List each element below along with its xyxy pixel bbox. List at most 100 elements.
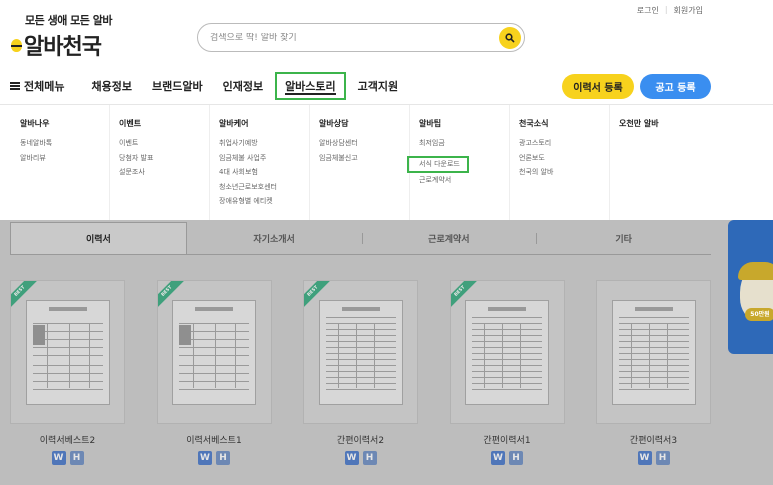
nav-item-story-label: 알바스토리 (285, 80, 336, 95)
template-title[interactable]: 이력서베스트1 (186, 433, 241, 446)
nav-item-story[interactable]: 알바스토리 (275, 72, 346, 100)
mega-col-albacare: 알바케어 취업사기예방 임금체불 사업주 4대 사회보험 청소년근로보호센터 장… (210, 105, 310, 220)
mega-link[interactable]: 이벤트 (119, 136, 209, 151)
mega-link[interactable]: 알바리뷰 (20, 151, 109, 166)
hwp-download-icon[interactable]: H (362, 451, 377, 465)
mega-col-title[interactable]: 알바나우 (20, 118, 109, 129)
search-input[interactable] (210, 32, 499, 43)
template-thumbnail[interactable]: BEST (156, 280, 272, 424)
all-menu-button[interactable]: 전체메뉴 (10, 78, 64, 94)
mega-col-title[interactable]: 천국소식 (519, 118, 609, 129)
login-link[interactable]: 로그인 (637, 5, 659, 16)
mega-col-title[interactable]: 알바케어 (219, 118, 309, 129)
form-download-link[interactable]: 서식 다운로드 (407, 155, 469, 173)
word-download-icon[interactable]: W (344, 451, 359, 465)
hwp-download-icon[interactable]: H (655, 451, 670, 465)
word-download-icon[interactable]: W (491, 451, 505, 465)
word-download-icon[interactable]: W (51, 451, 66, 465)
register-posting-button[interactable]: 공고 등록 (640, 74, 711, 99)
format-buttons: WH (637, 451, 670, 465)
nav-item-brand[interactable]: 브랜드알바 (152, 78, 203, 94)
hwp-download-icon[interactable]: H (509, 451, 523, 465)
word-download-icon[interactable]: W (198, 451, 212, 465)
template-thumbnail[interactable]: BEST (10, 280, 125, 424)
hamburger-icon (10, 82, 20, 90)
logo-name: 알바천국 (11, 29, 112, 61)
mega-link[interactable]: 장애유형별 에티켓 (219, 194, 309, 209)
template-card[interactable]: BEST 간편이력서2 W H (303, 280, 418, 465)
nav-item-support[interactable]: 고객지원 (358, 78, 398, 94)
format-buttons: WH (491, 451, 523, 465)
mega-col-title[interactable]: 알바팁 (419, 118, 509, 129)
mega-col-news: 천국소식 광고스토리 언론보도 천국의 알바 (510, 105, 610, 220)
template-cards: BEST 이력서베스트2 W H BEST 이력서베스트1 W H BEST 간편이력서2 W H BE… (10, 280, 743, 465)
document-preview (318, 299, 403, 405)
mega-link[interactable]: 천국의 알바 (519, 165, 609, 180)
mega-link[interactable]: 최저임금 (419, 136, 509, 151)
dimmed-content: 이력서 자기소개서 근로계약서 기타 BEST 이력서베스트2 W H BEST 이력서베… (0, 220, 773, 485)
mega-link[interactable]: 취업사기예방 (219, 136, 309, 151)
template-title[interactable]: 이력서베스트2 (40, 433, 95, 446)
nav-item-jobs[interactable]: 채용정보 (91, 78, 131, 94)
mega-col-albanow: 알바나우 동네알바톡 알바리뷰 (0, 105, 110, 220)
document-preview (25, 299, 110, 405)
mega-link[interactable]: 임금체불신고 (319, 151, 409, 166)
template-card[interactable]: BEST 이력서베스트1 W H (156, 280, 272, 465)
template-card[interactable]: 간편이력서3 W H (596, 280, 711, 465)
mega-link[interactable]: 청소년근로보호센터 (219, 180, 309, 195)
format-buttons: WH (344, 451, 377, 465)
template-thumbnail[interactable] (596, 280, 711, 424)
bee-icon (11, 38, 22, 52)
mega-col-title[interactable]: 알바상담 (319, 118, 409, 129)
mega-link[interactable]: 근로계약서 (419, 173, 509, 188)
mega-col-title[interactable]: 오천만 알바 (619, 118, 773, 129)
utility-links: 로그인 | 회원가입 (637, 5, 703, 16)
mega-link[interactable]: 광고스토리 (519, 136, 609, 151)
mega-col-event: 이벤트 이벤트 당첨자 발표 설문조사 (110, 105, 210, 220)
mega-link[interactable]: 임금체불 사업주 (219, 151, 309, 166)
all-menu-label: 전체메뉴 (24, 80, 65, 93)
template-title[interactable]: 간편이력서3 (630, 433, 677, 446)
nav-item-talent[interactable]: 인재정보 (223, 78, 263, 94)
template-title[interactable]: 간편이력서1 (483, 433, 530, 446)
hwp-download-icon[interactable]: H (69, 451, 84, 465)
side-banner[interactable]: 50만원 (728, 220, 773, 354)
mega-menu: 알바나우 동네알바톡 알바리뷰 이벤트 이벤트 당첨자 발표 설문조사 알바케어… (0, 104, 773, 220)
main-nav: 전체메뉴 채용정보 브랜드알바 인재정보 알바스토리 고객지원 (10, 72, 418, 100)
mega-link[interactable]: 동네알바톡 (20, 136, 109, 151)
mascot-hat (738, 262, 773, 280)
search-button[interactable] (499, 26, 521, 49)
logo-brand: 알바천국 (24, 35, 102, 60)
banner-amount: 50만원 (745, 308, 773, 321)
logo[interactable]: 모든 생애 모든 알바 알바천국 (11, 12, 112, 61)
document-preview (465, 299, 549, 405)
template-card[interactable]: BEST 이력서베스트2 W H (10, 280, 125, 465)
hwp-download-icon[interactable]: H (216, 451, 230, 465)
format-buttons: WH (198, 451, 230, 465)
word-download-icon[interactable]: W (637, 451, 652, 465)
mega-col-counsel: 알바상담 알바상담센터 임금체불신고 (310, 105, 410, 220)
logo-tagline: 모든 생애 모든 알바 (25, 14, 112, 27)
mega-link[interactable]: 알바상담센터 (319, 136, 409, 151)
tab-resume[interactable]: 이력서 (10, 222, 187, 254)
template-thumbnail[interactable]: BEST (449, 280, 565, 424)
mega-link[interactable]: 언론보도 (519, 151, 609, 166)
mega-link[interactable]: 당첨자 발표 (119, 151, 209, 166)
tab-cover-letter[interactable]: 자기소개서 (187, 222, 362, 254)
template-thumbnail[interactable]: BEST (303, 280, 418, 424)
template-title[interactable]: 간편이력서2 (337, 433, 384, 446)
mega-col-50m: 오천만 알바 (610, 105, 773, 220)
register-resume-button[interactable]: 이력서 등록 (562, 74, 634, 99)
mega-link[interactable]: 설문조사 (119, 165, 209, 180)
mega-col-title[interactable]: 이벤트 (119, 118, 209, 129)
signup-link[interactable]: 회원가입 (674, 5, 703, 16)
tab-etc[interactable]: 기타 (536, 222, 711, 254)
mega-link[interactable]: 4대 사회보험 (219, 165, 309, 180)
mega-col-tips: 알바팁 최저임금 서식 다운로드 근로계약서 (407, 105, 510, 220)
template-card[interactable]: BEST 간편이력서1 W H (449, 280, 565, 465)
search-bar (197, 23, 525, 52)
divider: | (664, 5, 668, 14)
tab-labor-contract[interactable]: 근로계약서 (361, 222, 537, 254)
format-buttons: WH (51, 451, 84, 465)
document-tabs: 이력서 자기소개서 근로계약서 기타 (10, 222, 711, 255)
